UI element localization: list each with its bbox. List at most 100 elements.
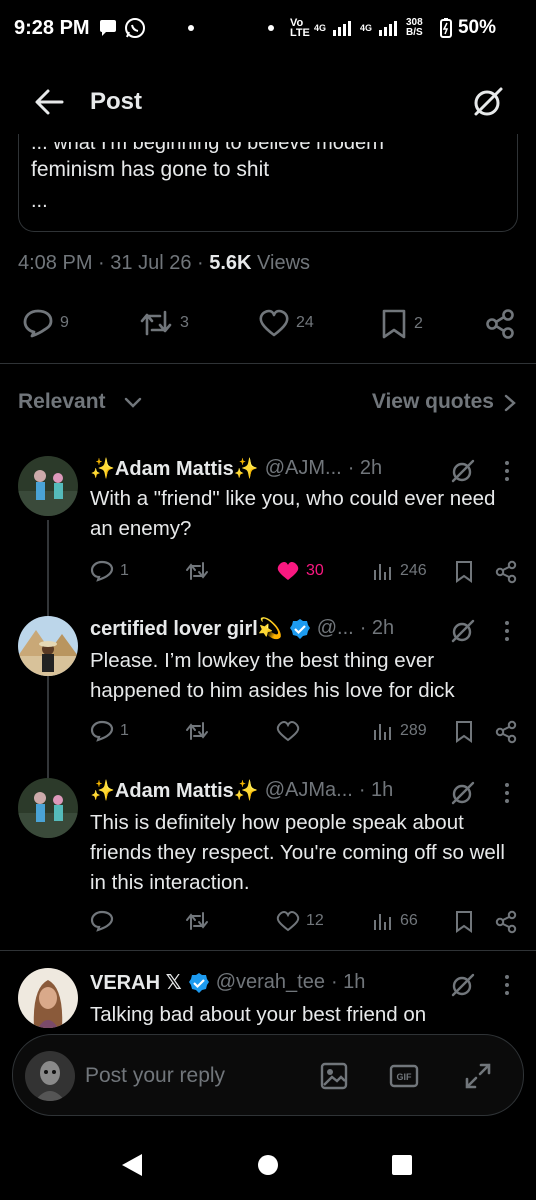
user-handle[interactable]: @AJMa... (265, 779, 353, 802)
bookmark-button[interactable]: 2 (380, 308, 423, 340)
avatar-image (25, 1051, 75, 1101)
chevron-right-icon[interactable] (502, 392, 518, 414)
views-icon (374, 724, 391, 740)
quoted-post-card[interactable]: ... what I'm beginning to believe modern… (18, 134, 518, 232)
sort-dropdown[interactable]: Relevant (18, 390, 106, 414)
quote-ellipsis: ... (31, 190, 48, 212)
more-icon[interactable] (502, 974, 512, 996)
expand-icon[interactable] (463, 1061, 493, 1091)
status-right-group: Vo LTE 4G 4G 308 B/S 50% (267, 17, 496, 39)
status-time: 9:28 PM (14, 16, 90, 39)
like-button[interactable]: 12 (276, 910, 324, 932)
repost-button[interactable]: 3 (138, 308, 189, 338)
status-dot (267, 25, 274, 31)
share-icon[interactable] (494, 910, 518, 934)
post-date: 31 Jul 26 (110, 252, 192, 274)
signal-icon-2 (378, 21, 397, 36)
views-button[interactable]: 66 (372, 910, 418, 932)
user-handle[interactable]: @AJM... (265, 457, 342, 480)
reply-item[interactable]: ✨Adam Mattis✨ @AJM... · 2h With a "frien… (0, 456, 536, 602)
like-count: 12 (306, 912, 324, 929)
grok-icon[interactable] (450, 780, 476, 806)
reply-input[interactable] (85, 1061, 285, 1091)
system-navigation-bar (0, 1136, 536, 1200)
views-button[interactable]: 246 (372, 560, 427, 582)
avatar-image (18, 968, 78, 1028)
reply-button[interactable] (90, 910, 114, 932)
reply-count: 1 (120, 722, 129, 739)
view-quotes-link[interactable]: View quotes (372, 390, 494, 414)
heart-filled-icon (277, 562, 299, 580)
network-4g-label-2: 4G (359, 23, 372, 33)
view-count[interactable]: 5.6K (209, 252, 251, 274)
reply-text: Please. I’m lowkey the best thing ever h… (90, 649, 455, 702)
reply-item[interactable]: certified lover girl💫 @... · 2h Please. … (0, 616, 536, 766)
repost-button[interactable] (184, 560, 210, 582)
avatar-image (18, 616, 78, 676)
signal-icon (332, 21, 351, 36)
repost-icon (140, 310, 172, 336)
gif-icon[interactable]: GIF (389, 1061, 419, 1091)
more-icon[interactable] (502, 460, 512, 482)
page-title: Post (90, 88, 143, 115)
user-handle[interactable]: @... (317, 617, 354, 640)
user-handle[interactable]: @verah_tee (216, 971, 325, 994)
views-button[interactable]: 289 (372, 720, 427, 742)
like-button[interactable]: 30 (276, 560, 324, 582)
heart-icon (259, 309, 289, 337)
more-icon[interactable] (502, 620, 512, 642)
more-icon[interactable] (502, 782, 512, 804)
verified-icon (188, 972, 209, 993)
reply-button[interactable]: 9 (22, 308, 69, 338)
image-icon[interactable] (319, 1061, 349, 1091)
quote-text: feminism has gone to shit (31, 158, 270, 181)
avatar-image (18, 456, 78, 516)
repost-icon (186, 722, 208, 740)
heart-icon (276, 720, 300, 742)
reply-item[interactable]: VERAH 𝕏 @verah_tee · 1h Talking bad abou… (0, 968, 536, 1034)
post-meta: 4:08 PM · 31 Jul 26 · 5.6K Views (18, 252, 310, 275)
reply-composer: GIF (12, 1034, 524, 1116)
reply-icon (90, 910, 114, 932)
back-button[interactable] (32, 86, 66, 118)
avatar[interactable] (18, 778, 78, 838)
reply-header: certified lover girl💫 @... · 2h (90, 616, 394, 641)
reply-button[interactable]: 1 (90, 720, 129, 742)
grok-button[interactable] (470, 84, 506, 120)
data-rate-label: 308 B/S (405, 17, 423, 38)
reply-sort-row: Relevant View quotes (18, 386, 518, 418)
share-icon[interactable] (494, 720, 518, 744)
nav-recents-icon[interactable] (390, 1152, 414, 1178)
reply-header: VERAH 𝕏 @verah_tee · 1h (90, 970, 365, 995)
like-button[interactable] (276, 720, 300, 742)
reply-button[interactable]: 1 (90, 560, 129, 582)
reply-time: · 1h (358, 779, 394, 801)
grok-icon[interactable] (450, 972, 476, 998)
chevron-down-icon[interactable] (122, 392, 144, 414)
bookmark-icon[interactable] (454, 560, 474, 584)
display-name[interactable]: ✨Adam Mattis✨ (90, 778, 259, 803)
like-button[interactable]: 24 (258, 308, 314, 338)
avatar[interactable] (18, 456, 78, 516)
network-4g-label: 4G (313, 23, 326, 33)
bookmark-icon[interactable] (454, 720, 474, 744)
nav-back-icon[interactable] (120, 1152, 144, 1178)
grok-icon[interactable] (450, 458, 476, 484)
repost-button[interactable] (184, 910, 210, 932)
display-name[interactable]: ✨Adam Mattis✨ (90, 456, 259, 481)
avatar[interactable] (18, 968, 78, 1028)
grok-icon[interactable] (450, 618, 476, 644)
share-icon[interactable] (494, 560, 518, 584)
display-name[interactable]: VERAH 𝕏 (90, 970, 182, 995)
avatar[interactable] (18, 616, 78, 676)
nav-home-icon[interactable] (256, 1152, 280, 1178)
back-arrow-icon (35, 89, 64, 115)
like-count: 30 (306, 562, 324, 579)
reply-item[interactable]: ✨Adam Mattis✨ @AJMa... · 1h This is defi… (0, 778, 536, 938)
share-button[interactable] (484, 308, 516, 340)
bookmark-icon[interactable] (454, 910, 474, 934)
display-name[interactable]: certified lover girl💫 (90, 616, 283, 641)
reply-count: 9 (60, 314, 69, 331)
svg-text:GIF: GIF (397, 1072, 413, 1082)
repost-button[interactable] (184, 720, 210, 742)
